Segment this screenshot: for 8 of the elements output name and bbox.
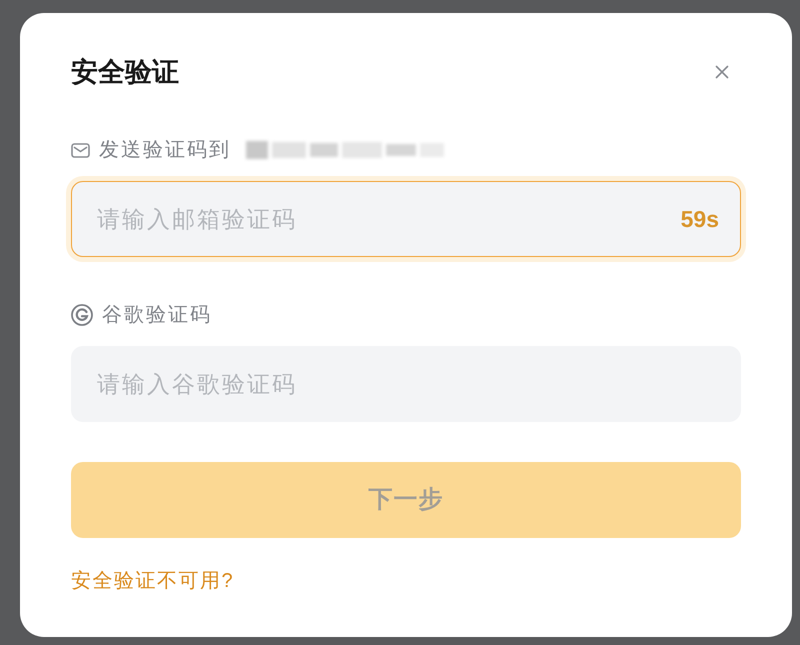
envelope-icon (71, 142, 90, 158)
input-field[interactable]: 请输入谷歌验证码 (71, 346, 741, 422)
circled-g-icon (71, 304, 93, 326)
field-label: 谷歌验证码 (102, 304, 212, 326)
help-link[interactable]: 安全验证不可用? (71, 569, 234, 593)
countdown-timer: 59s (680, 205, 719, 233)
dialog-title: 安全验证 (71, 57, 179, 87)
field-label: 发送验证码到 (99, 139, 231, 161)
